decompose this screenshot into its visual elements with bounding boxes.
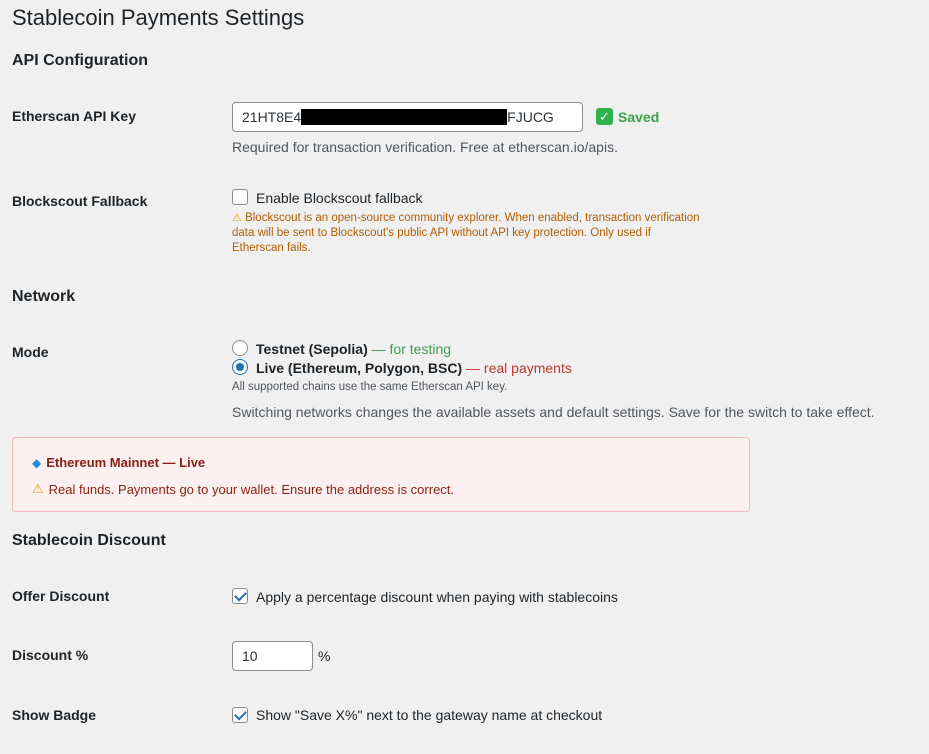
blockscout-warning-text: Blockscout is an open-source community e…	[232, 212, 700, 254]
check-mark-icon: ✓	[596, 108, 613, 125]
discount-percent-input[interactable]: 10	[232, 641, 313, 671]
gem-icon: ◆	[32, 455, 42, 470]
alert-message-text: Real funds. Payments go to your wallet. …	[48, 481, 455, 497]
testnet-radio[interactable]	[232, 340, 248, 356]
mode-label: Mode	[12, 344, 49, 360]
redacted-block	[301, 109, 508, 125]
saved-status: ✓ Saved	[596, 108, 659, 125]
alert-message: ⚠ Real funds. Payments go to your wallet…	[32, 481, 454, 497]
etherscan-api-key-label: Etherscan API Key	[12, 108, 136, 124]
blockscout-checkbox-label: Enable Blockscout fallback	[256, 190, 423, 206]
warning-icon: ⚠	[32, 481, 44, 496]
show-badge-checkbox-label: Show "Save X%" next to the gateway name …	[256, 707, 603, 723]
discount-percent-label: Discount %	[12, 647, 89, 663]
testnet-note: — for testing	[371, 341, 452, 357]
alert-title: ◆ Ethereum Mainnet — Live	[32, 455, 205, 470]
live-note: — real payments	[466, 360, 572, 376]
network-alert-box: ◆ Ethereum Mainnet — Live ⚠ Real funds. …	[12, 437, 750, 512]
switch-networks-description: Switching networks changes the available…	[232, 404, 875, 420]
network-heading: Network	[12, 288, 76, 305]
api-key-suffix: FJUCG	[507, 109, 554, 125]
live-option: Live (Ethereum, Polygon, BSC) — real pay…	[256, 360, 572, 376]
etherscan-api-key-input[interactable]: 21HT8E4 FJUCG	[232, 102, 583, 132]
blockscout-fallback-checkbox[interactable]	[232, 189, 248, 205]
offer-discount-label: Offer Discount	[12, 588, 110, 604]
alert-title-text: Ethereum Mainnet — Live	[46, 455, 206, 470]
chains-note: All supported chains use the same Ethers…	[232, 381, 508, 393]
page-title: Stablecoin Payments Settings	[12, 5, 305, 30]
show-badge-label: Show Badge	[12, 707, 97, 723]
live-label: Live (Ethereum, Polygon, BSC)	[256, 360, 463, 376]
live-radio[interactable]	[232, 359, 248, 375]
testnet-option: Testnet (Sepolia) — for testing	[256, 341, 451, 357]
show-badge-checkbox[interactable]	[232, 707, 248, 723]
percent-unit: %	[318, 648, 331, 664]
blockscout-warning: ⚠ Blockscout is an open-source community…	[232, 211, 702, 256]
offer-discount-checkbox-label: Apply a percentage discount when paying …	[256, 589, 618, 605]
blockscout-fallback-label: Blockscout Fallback	[12, 193, 148, 209]
stablecoin-discount-heading: Stablecoin Discount	[12, 532, 166, 549]
warning-icon: ⚠	[232, 212, 242, 224]
saved-label: Saved	[618, 108, 660, 125]
api-configuration-heading: API Configuration	[12, 52, 148, 69]
api-key-description: Required for transaction verification. F…	[232, 139, 618, 155]
offer-discount-checkbox[interactable]	[232, 588, 248, 604]
testnet-label: Testnet (Sepolia)	[256, 341, 368, 357]
api-key-prefix: 21HT8E4	[242, 109, 302, 125]
